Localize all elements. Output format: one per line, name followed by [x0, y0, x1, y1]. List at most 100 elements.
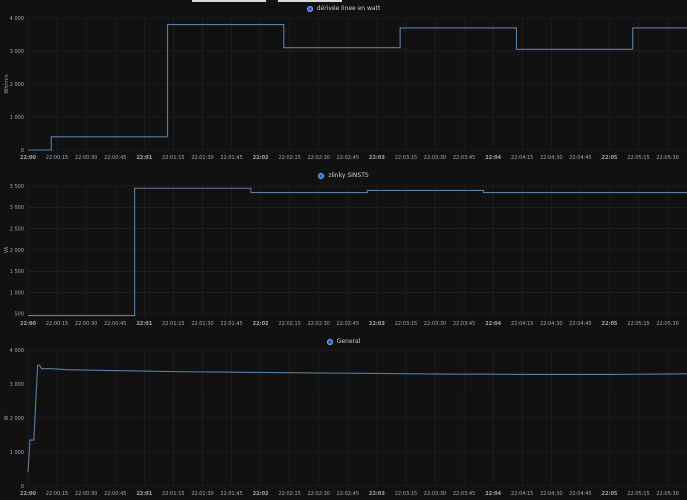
x-tick-label: 22:04:45 [569, 321, 591, 327]
x-tick-label: 22:00:15 [46, 321, 68, 327]
y-tick-label: 0 [21, 148, 24, 154]
x-tick-label: 22:02 [253, 321, 269, 327]
x-tick-label: 22:02:15 [278, 155, 300, 161]
x-tick-label: 22:00:45 [104, 321, 126, 327]
x-tick-label: 22:04:45 [569, 155, 591, 161]
y-tick-label: 1 500 [10, 269, 24, 275]
x-tick-label: 22:03:30 [424, 155, 446, 161]
x-tick-label: 22:01:15 [162, 491, 184, 497]
x-tick-label: 22:03:45 [453, 491, 475, 497]
legend-swatch-icon [306, 5, 313, 12]
chart-3-legend[interactable]: General [0, 338, 687, 345]
x-tick-label: 22:03:30 [424, 321, 446, 327]
x-tick-label: 22:05 [602, 491, 618, 497]
x-tick-label: 22:01:30 [191, 491, 213, 497]
chart-2-legend[interactable]: zlinky SINSTS [0, 172, 687, 179]
chart-2: 22:00 22:00:15 22:00:30 22:00:45 22:01 22:01:… [4, 184, 687, 327]
y-tick-label: 2 000 [10, 248, 24, 254]
y-tick-label: 4 000 [10, 348, 24, 354]
x-tick-label: 22:03:15 [395, 155, 417, 161]
x-tick-label: 22:01:30 [191, 321, 213, 327]
x-tick-label: 22:04:15 [511, 155, 533, 161]
toolbar-tab[interactable] [278, 0, 342, 2]
x-tick-label: 22:01:45 [220, 155, 242, 161]
y-axis-label: W [4, 415, 10, 420]
x-tick-label: 22:01 [136, 491, 152, 497]
x-tick-label: 22:03:45 [453, 155, 475, 161]
series-line[interactable] [27, 364, 687, 473]
x-tick-label: 22:02:15 [278, 491, 300, 497]
x-tick-label: 22:00:15 [46, 155, 68, 161]
x-tick-label: 22:00 [20, 321, 36, 327]
x-tick-label: 22:04:45 [569, 491, 591, 497]
x-tick-label: 22:05 [602, 321, 618, 327]
x-tick-label: 22:02:15 [278, 321, 300, 327]
y-tick-label: 3 500 [10, 184, 24, 190]
legend-label: dérivée linee en watt [316, 5, 381, 12]
x-tick-label: 22:03:15 [395, 321, 417, 327]
x-tick-label: 22:00 [20, 155, 36, 161]
x-tick-label: 22:03:30 [424, 491, 446, 497]
toolbar-tab[interactable] [192, 0, 266, 2]
x-tick-label: 22:01:30 [191, 155, 213, 161]
legend-swatch-icon [326, 338, 333, 345]
y-tick-label: 3 000 [10, 205, 24, 211]
x-tick-label: 22:02:45 [337, 321, 359, 327]
y-tick-label: 2 000 [10, 416, 24, 422]
x-tick-label: 22:01:15 [162, 321, 184, 327]
chart-1-legend[interactable]: dérivée linee en watt [0, 5, 687, 12]
y-tick-label: 1 000 [10, 450, 24, 456]
x-tick-label: 22:02:45 [337, 491, 359, 497]
x-tick-label: 22:05:30 [656, 155, 678, 161]
series-line[interactable] [28, 24, 687, 151]
top-toolbar-strip [0, 0, 687, 4]
x-tick-label: 22:01:15 [162, 155, 184, 161]
x-tick-label: 22:00:30 [75, 155, 97, 161]
y-tick-label: 3 000 [10, 49, 24, 55]
y-axis-label: Wh/min [4, 74, 10, 93]
y-tick-label: 3 000 [10, 382, 24, 388]
y-tick-label: 1 000 [10, 290, 24, 296]
x-tick-label: 22:02:30 [308, 491, 330, 497]
x-tick-label: 22:00 [20, 491, 36, 497]
x-tick-label: 22:01 [136, 321, 152, 327]
y-tick-label: 0 [21, 484, 24, 490]
y-tick-label: 1 000 [10, 115, 24, 121]
x-tick-label: 22:04:15 [511, 491, 533, 497]
x-tick-label: 22:00:45 [104, 155, 126, 161]
x-tick-label: 22:02:45 [337, 155, 359, 161]
x-tick-label: 22:04 [485, 491, 501, 497]
x-tick-label: 22:00:15 [46, 491, 68, 497]
x-tick-label: 22:03 [369, 491, 385, 497]
x-tick-label: 22:00:30 [75, 491, 97, 497]
x-tick-label: 22:05 [602, 155, 618, 161]
x-tick-label: 22:04:30 [540, 491, 562, 497]
x-tick-label: 22:03 [369, 321, 385, 327]
x-tick-label: 22:01:45 [220, 321, 242, 327]
x-tick-label: 22:04 [485, 155, 501, 161]
y-tick-label: 2 000 [10, 82, 24, 88]
x-tick-label: 22:05:30 [656, 321, 678, 327]
y-tick-label: 500 [14, 312, 24, 318]
x-tick-label: 22:04:30 [540, 321, 562, 327]
x-tick-label: 22:03:45 [453, 321, 475, 327]
x-tick-label: 22:02 [253, 491, 269, 497]
legend-swatch-icon [318, 172, 325, 179]
x-tick-label: 22:04 [485, 321, 501, 327]
chart-3: 22:00 22:00:15 22:00:30 22:00:45 22:01 22:01:… [4, 348, 687, 497]
x-tick-label: 22:04:15 [511, 321, 533, 327]
chart-1: 22:00 22:00:15 22:00:30 22:00:45 22:01 22:01:… [4, 16, 687, 161]
x-tick-label: 22:02 [253, 155, 269, 161]
x-tick-label: 22:01 [136, 155, 152, 161]
x-tick-label: 22:02:30 [308, 321, 330, 327]
y-tick-label: 2 500 [10, 227, 24, 233]
legend-label: General [336, 338, 361, 345]
x-tick-label: 22:05:30 [656, 491, 678, 497]
y-axis-label: VA [4, 246, 10, 253]
y-tick-label: 4 000 [10, 16, 24, 22]
x-tick-label: 22:01:45 [220, 491, 242, 497]
x-tick-label: 22:03 [369, 155, 385, 161]
x-tick-label: 22:04:30 [540, 155, 562, 161]
x-tick-label: 22:00:45 [104, 491, 126, 497]
legend-label: zlinky SINSTS [328, 172, 369, 179]
